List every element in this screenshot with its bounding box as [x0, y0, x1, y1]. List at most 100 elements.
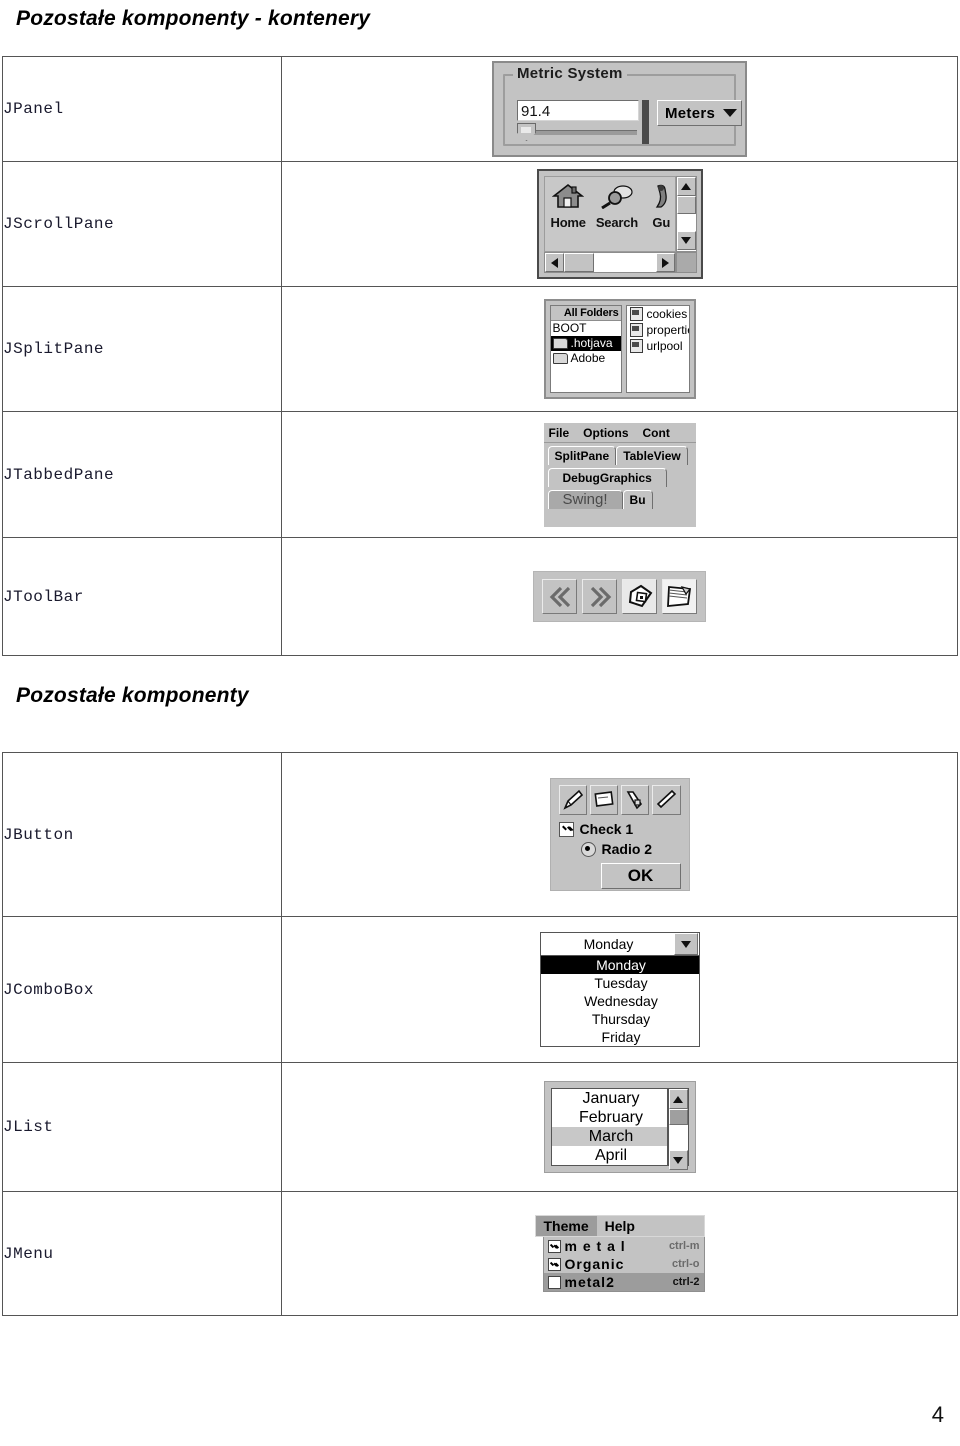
tab-tableview[interactable]: TableView: [616, 445, 688, 465]
file-item[interactable]: urlpool: [627, 338, 689, 354]
combobox-option-friday[interactable]: Friday: [541, 1028, 699, 1046]
combobox-toggle-button[interactable]: [673, 933, 698, 955]
tab-swing-selected[interactable]: Swing!: [547, 489, 623, 509]
component-screenshot-jlist: January February March April: [281, 1062, 958, 1192]
scroll-viewport: Home Search Gu: [543, 176, 676, 252]
toolbar-item-search[interactable]: Search: [596, 183, 638, 230]
horizontal-scroll-thumb[interactable]: [563, 253, 594, 272]
toolbar-forward-button[interactable]: [582, 579, 617, 614]
split-right-pane[interactable]: cookies propertie urlpool: [625, 305, 690, 393]
list-item-selected[interactable]: March: [551, 1127, 667, 1146]
menu-help[interactable]: Help: [597, 1216, 643, 1236]
toolbar-item-home[interactable]: Home: [551, 183, 586, 230]
menu-theme[interactable]: Theme: [535, 1216, 597, 1236]
component-label-jscrollpane: JScrollPane: [2, 161, 282, 287]
triangle-up-icon: [673, 1095, 683, 1103]
table-row: JComboBox Monday Monday Tuesday Wednesda…: [2, 916, 958, 1063]
list-item[interactable]: February: [552, 1108, 667, 1127]
component-screenshot-jpanel: Metric System 91.4 Meters: [281, 56, 958, 162]
horizontal-scrollbar[interactable]: [543, 252, 676, 273]
list-vertical-scrollbar[interactable]: [667, 1088, 689, 1170]
tree-item-selected[interactable]: .hotjava: [550, 336, 621, 351]
vertical-scrollbar[interactable]: [675, 176, 697, 252]
note-icon: [594, 791, 614, 807]
metric-value-input[interactable]: 91.4: [517, 100, 639, 121]
scroll-down-button[interactable]: [676, 231, 696, 250]
page-button[interactable]: [652, 785, 681, 815]
tab-buttons[interactable]: Bu: [622, 489, 653, 509]
checkbox-icon: [558, 821, 574, 837]
file-item[interactable]: cookies: [627, 306, 689, 322]
toolbar-pages-button[interactable]: [662, 579, 697, 614]
scroll-down-button[interactable]: [668, 1150, 688, 1170]
component-screenshot-jscrollpane: Home Search Gu: [281, 161, 958, 287]
menu-controls[interactable]: Cont: [643, 426, 670, 440]
menu-item-metal[interactable]: m e t a l ctrl-m: [544, 1237, 704, 1255]
tree-item-label: .hotjava: [570, 336, 613, 350]
list-scroll-thumb[interactable]: [668, 1109, 688, 1125]
slider-thumb[interactable]: [517, 123, 536, 141]
tab-debuggraphics[interactable]: DebugGraphics: [547, 467, 667, 487]
tree-item[interactable]: BOOT: [551, 321, 621, 336]
menu-bar: Theme Help: [534, 1215, 705, 1237]
unit-combobox[interactable]: Meters: [657, 100, 743, 126]
menu-item-organic[interactable]: Organic ctrl-o: [544, 1255, 704, 1273]
component-label-jpanel: JPanel: [2, 56, 282, 162]
combobox-option-thursday[interactable]: Thursday: [541, 1010, 699, 1028]
component-label-jmenu: JMenu: [2, 1191, 282, 1316]
menu-bar: File Options Cont: [543, 422, 696, 443]
vertical-scroll-thumb[interactable]: [676, 196, 696, 214]
scroll-right-button[interactable]: [655, 253, 675, 272]
scroll-left-button[interactable]: [544, 253, 564, 272]
triangle-down-icon: [680, 940, 691, 948]
ok-button[interactable]: OK: [600, 863, 681, 889]
check-1-checkbox[interactable]: Check 1: [558, 821, 681, 837]
combobox-option-wednesday[interactable]: Wednesday: [541, 992, 699, 1010]
table-row: JSplitPane All Folders BOOT .hotjava Ado…: [2, 286, 958, 412]
toolbar-home-button[interactable]: [622, 579, 657, 614]
scrollbar-corner: [675, 252, 697, 273]
menu-item-label: metal2: [564, 1274, 615, 1290]
jtabbedpane-demo: File Options Cont SplitPane TableView De…: [543, 422, 696, 527]
combobox-option-monday[interactable]: Monday: [540, 956, 699, 974]
slider-track: [523, 130, 637, 135]
containers-table: JPanel Metric System 91.4 Meters JScroll…: [2, 56, 958, 656]
combobox-option-tuesday[interactable]: Tuesday: [541, 974, 699, 992]
combobox-value: Monday: [583, 936, 634, 952]
note-button[interactable]: [589, 785, 618, 815]
checkbox-label: Check 1: [579, 821, 634, 837]
radio-icon: [580, 841, 596, 857]
metric-slider[interactable]: [517, 123, 639, 141]
radio-2-radiobutton[interactable]: Radio 2: [580, 841, 681, 857]
component-label-jsplitpane: JSplitPane: [2, 286, 282, 412]
table-row: JScrollPane Home Search Gu: [2, 161, 958, 287]
tree-item[interactable]: Adobe: [551, 351, 621, 366]
list-item[interactable]: April: [552, 1146, 667, 1165]
pencil-button[interactable]: [558, 785, 587, 815]
back-double-chevron-icon: [549, 586, 570, 607]
toolbar-item-guide[interactable]: Gu: [648, 183, 675, 230]
menu-file[interactable]: File: [549, 426, 570, 440]
item-label: Search: [595, 215, 638, 230]
tab-splitpane[interactable]: SplitPane: [547, 445, 617, 465]
split-left-pane[interactable]: All Folders BOOT .hotjava Adobe: [549, 305, 622, 393]
pencil-icon: [563, 789, 583, 810]
menu-popup: m e t a l ctrl-m Organic ctrl-o metal2 c…: [542, 1237, 705, 1292]
menu-options[interactable]: Options: [583, 426, 628, 440]
combobox-field[interactable]: Monday: [539, 932, 700, 956]
unit-combobox-value: Meters: [665, 104, 716, 122]
file-icon: [629, 323, 643, 337]
tree-item-label: Adobe: [570, 351, 606, 365]
menu-item-metal2[interactable]: metal2 ctrl-2: [543, 1273, 704, 1291]
toolbar-back-button[interactable]: [542, 579, 577, 614]
component-label-jcombobox: JComboBox: [2, 916, 282, 1063]
table-row: JButton Check 1 Radio 2 OK: [2, 752, 958, 917]
scroll-up-button[interactable]: [668, 1089, 688, 1109]
scroll-up-button[interactable]: [676, 177, 696, 196]
brush-button[interactable]: [621, 785, 650, 815]
file-item[interactable]: propertie: [627, 322, 689, 338]
chevron-down-icon: [723, 109, 738, 117]
house-icon: [551, 183, 585, 208]
list-item[interactable]: January: [552, 1089, 667, 1108]
folder-icon: [552, 353, 568, 364]
